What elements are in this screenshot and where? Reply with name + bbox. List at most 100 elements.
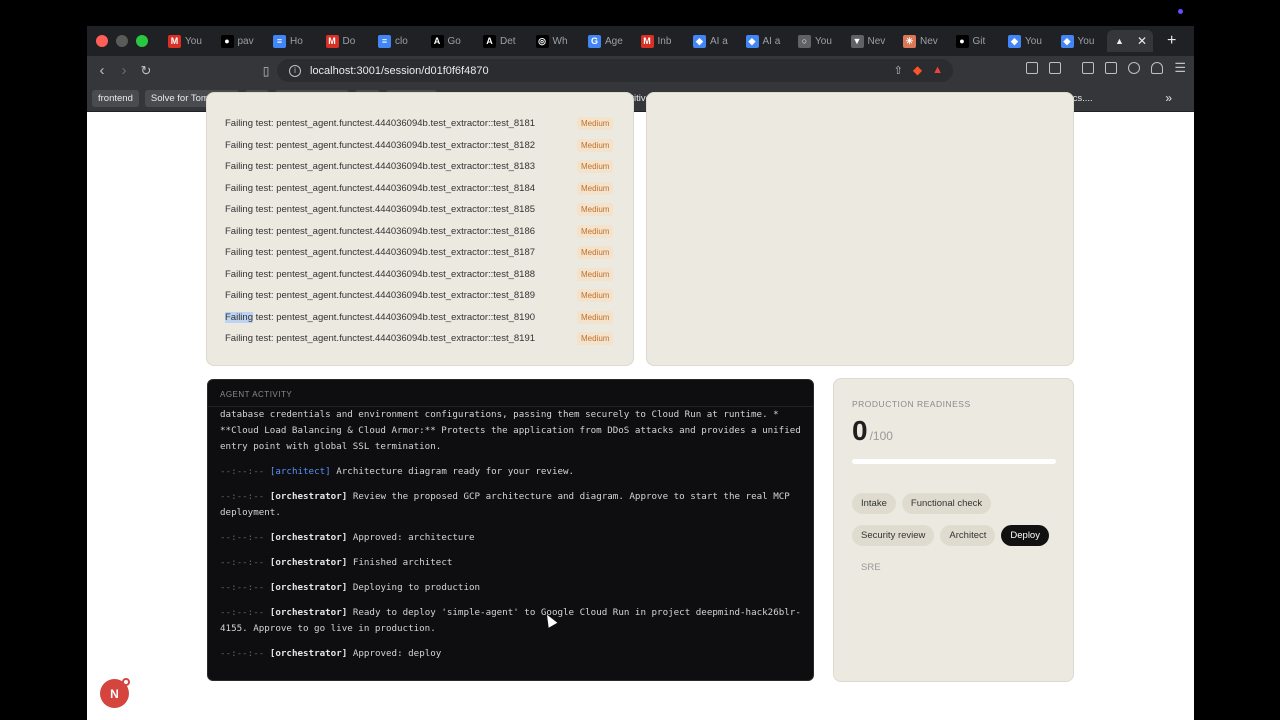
entry-message: Approved: deploy (352, 648, 442, 659)
wallet-icon[interactable] (1105, 62, 1118, 74)
test-text-body: Failing test: pentest_agent.functest.444… (225, 333, 536, 345)
readiness-score: 0 /100 (852, 415, 893, 447)
tab-strip: M You ● pav ≡ Ho M Do ≡ clo A Go A Det ◎ Wh G Age M Inb ◆ AI … (87, 26, 1194, 56)
tab-6[interactable]: A Det (477, 30, 530, 52)
minimize-window-button[interactable] (116, 35, 128, 47)
tab-4[interactable]: ≡ clo (372, 30, 425, 52)
share-icon[interactable]: ⇧ (894, 64, 903, 77)
severity-badge: Medium (577, 332, 614, 346)
failing-test-row[interactable]: Failing test: pentest_agent.functest.444… (225, 113, 614, 135)
side-panel-card (646, 92, 1074, 366)
circle-icon: ○ (798, 34, 811, 48)
docs-icon: ≡ (273, 34, 286, 48)
github-icon: ● (955, 34, 969, 48)
stage-intake[interactable]: Intake (852, 493, 896, 514)
tab-14[interactable]: ✳ Nev (897, 30, 950, 52)
stage-deploy[interactable]: Deploy (1001, 525, 1049, 546)
menu-icon[interactable]: ☰ (1174, 61, 1186, 74)
entry-agent: [orchestrator] (269, 582, 348, 593)
close-window-button[interactable] (96, 35, 108, 47)
bookmark-icon[interactable]: ▯ (255, 64, 277, 78)
toolbar-actions: ☰ (1026, 61, 1186, 74)
tab-8[interactable]: G Age (582, 30, 635, 52)
severity-badge: Medium (577, 160, 614, 174)
test-text-body: Failing test: pentest_agent.functest.444… (225, 225, 536, 237)
tab-label: You (1077, 35, 1095, 47)
activity-entry: --:--:-- [orchestrator] Deploying to pro… (220, 580, 805, 596)
tab-2[interactable]: ≡ Ho (267, 30, 320, 52)
failing-test-row[interactable]: Failing test: pentest_agent.functest.444… (225, 307, 614, 329)
tab-label: Git (972, 35, 986, 47)
vpn-icon[interactable] (1151, 62, 1164, 74)
entry-timestamp: --:--:-- (220, 582, 265, 593)
forward-arrow-icon[interactable]: › (113, 62, 135, 79)
tab-5[interactable]: A Go (425, 30, 478, 52)
test-name: Failing test: pentest_agent.functest.444… (225, 204, 577, 215)
tab-label: Go (447, 35, 461, 47)
test-name: Failing test: pentest_agent.functest.444… (225, 247, 577, 258)
gcp-icon: ◆ (1008, 34, 1021, 48)
tab-active[interactable]: ▲ ✕ (1107, 30, 1153, 52)
tab-label: Det (500, 35, 516, 47)
window-controls (96, 35, 148, 47)
extensions-icon[interactable] (1026, 62, 1039, 74)
maximize-window-button[interactable] (136, 35, 148, 47)
more-bookmarks-icon[interactable]: » (1165, 91, 1172, 105)
failing-test-row[interactable]: Failing test: pentest_agent.functest.444… (225, 264, 614, 286)
leo-ai-icon[interactable] (1128, 62, 1141, 74)
activity-entry: --:--:-- [orchestrator] Approved: archit… (220, 530, 805, 546)
address-bar[interactable]: i localhost:3001/session/d01f0f6f4870 ⇧ … (277, 59, 953, 82)
tab-label: You (815, 35, 832, 47)
nextjs-dev-badge[interactable]: N (100, 678, 130, 708)
tab-label: You (1025, 35, 1042, 47)
reload-icon[interactable]: ↻ (135, 63, 157, 79)
bookmark-folder-0[interactable]: frontend (92, 89, 139, 107)
back-arrow-icon[interactable]: ‹ (91, 62, 113, 79)
tab-15[interactable]: ● Git (950, 30, 1003, 52)
badge-letter: N (110, 686, 119, 701)
test-text-body: Failing test: pentest_agent.functest.444… (225, 182, 536, 194)
severity-badge: Medium (577, 224, 614, 238)
failing-test-row[interactable]: Failing test: pentest_agent.functest.444… (225, 199, 614, 221)
failing-test-row[interactable]: Failing test: pentest_agent.functest.444… (225, 285, 614, 307)
test-text-body: Failing test: pentest_agent.functest.444… (225, 204, 536, 216)
failing-test-row[interactable]: Failing test: pentest_agent.functest.444… (225, 328, 614, 350)
failing-test-row[interactable]: Failing test: pentest_agent.functest.444… (225, 135, 614, 157)
tab-17[interactable]: ◆ You (1055, 30, 1108, 52)
test-name: Failing test: pentest_agent.functest.444… (225, 118, 577, 129)
tab-9[interactable]: M Inb (635, 30, 688, 52)
tab-10[interactable]: ◆ AI a (687, 30, 740, 52)
stage-architect[interactable]: Architect (940, 525, 996, 546)
new-tab-button[interactable]: + (1167, 32, 1176, 50)
test-text-body: test: pentest_agent.functest.444036094b.… (253, 311, 536, 323)
close-tab-icon[interactable]: ✕ (1137, 34, 1147, 48)
brave-shield-icon[interactable]: ◆ (913, 63, 922, 77)
stage-security-review[interactable]: Security review (852, 525, 935, 546)
tab-16[interactable]: ◆ You (1002, 30, 1055, 52)
brave-rewards-icon[interactable]: ▲ (932, 64, 943, 76)
tab-11[interactable]: ◆ AI a (740, 30, 793, 52)
tab-12[interactable]: ○ You (792, 30, 845, 52)
stage-sre[interactable]: SRE (852, 557, 890, 578)
tab-0[interactable]: M You (162, 30, 215, 52)
failing-test-row[interactable]: Failing test: pentest_agent.functest.444… (225, 221, 614, 243)
tab-13[interactable]: ▼ Nev (845, 30, 898, 52)
tab-1[interactable]: ● pav (215, 30, 268, 52)
tab-label: You (185, 35, 202, 47)
toolbar: ‹ › ↻ ▯ i localhost:3001/session/d01f0f6… (87, 56, 1194, 85)
severity-badge: Medium (577, 246, 614, 260)
score-value: 0 (852, 415, 868, 446)
test-text-body: Failing test: pentest_agent.functest.444… (225, 290, 536, 302)
site-info-icon[interactable]: i (289, 64, 301, 77)
claude-icon: ✳ (903, 34, 916, 48)
sidebar-icon[interactable] (1082, 62, 1095, 74)
failing-test-row[interactable]: Failing test: pentest_agent.functest.444… (225, 242, 614, 264)
tab-3[interactable]: M Do (320, 30, 373, 52)
tab-label: clo (395, 35, 408, 47)
gmail-icon: M (640, 34, 654, 48)
tab-search-icon[interactable] (1049, 62, 1062, 74)
failing-test-row[interactable]: Failing test: pentest_agent.functest.444… (225, 178, 614, 200)
stage-functional-check[interactable]: Functional check (901, 493, 992, 514)
tab-7[interactable]: ◎ Wh (530, 30, 583, 52)
failing-test-row[interactable]: Failing test: pentest_agent.functest.444… (225, 156, 614, 178)
